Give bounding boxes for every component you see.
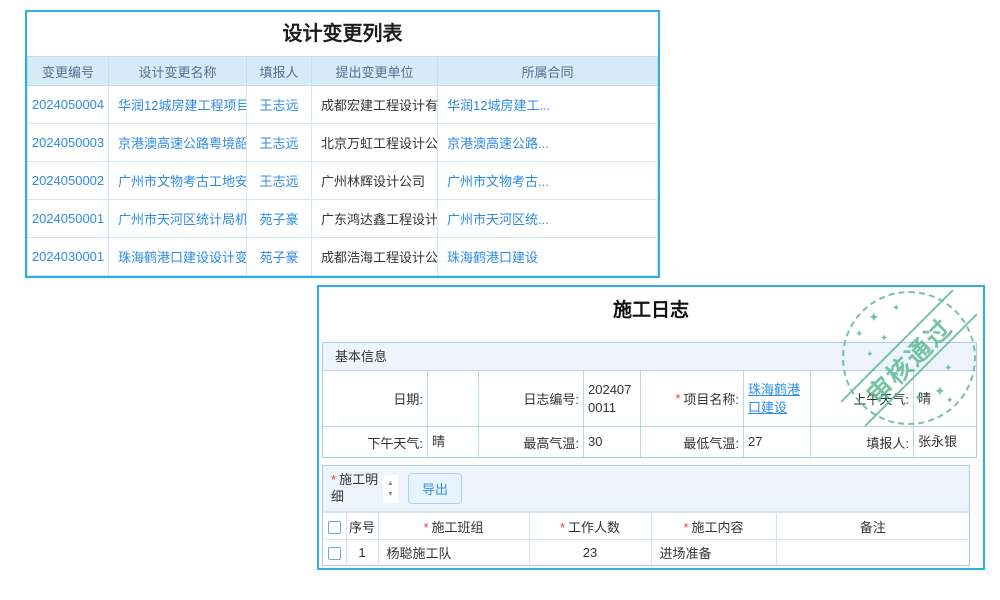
col-header-remark: 备注 <box>776 513 969 540</box>
basic-info-section-title: 基本信息 <box>323 343 976 371</box>
construction-log-panel: 施工日志 基本信息 日期: 日志编号: 2024070011 *项目名称: 珠海… <box>317 285 985 570</box>
construction-detail-table: 序号 *施工班组 *工作人数 *施工内容 备注 1 杨聪施工队 23 进场准备 <box>323 512 969 565</box>
date-label: 日期: <box>323 371 427 426</box>
content-cell[interactable]: 进场准备 <box>651 540 776 565</box>
select-all-cell <box>323 513 346 540</box>
export-button[interactable]: 导出 <box>408 473 462 504</box>
pm-weather-label: 下午天气: <box>323 426 427 457</box>
project-name-label: *项目名称: <box>640 371 743 426</box>
detail-row: 1 杨聪施工队 23 进场准备 <box>323 540 969 565</box>
change-name-link[interactable]: 华润12城房建工程项目... <box>109 86 247 124</box>
construction-detail-section: *施工明细 ▲ ▼ 导出 序号 *施工班组 *工作人数 *施工内容 备注 <box>322 465 970 566</box>
col-header-team: *施工班组 <box>378 513 529 540</box>
select-all-checkbox[interactable] <box>328 521 341 534</box>
change-id-link[interactable]: 2024050003 <box>28 124 109 162</box>
date-field[interactable] <box>427 371 478 426</box>
project-name-field: 珠海鹤港口建设 <box>743 371 810 426</box>
change-name-link[interactable]: 珠海鹤港口建设设计变更 <box>109 238 247 276</box>
col-header-change-name: 设计变更名称 <box>109 57 247 86</box>
project-name-link[interactable]: 珠海鹤港口建设 <box>748 381 806 416</box>
arrow-up-icon[interactable]: ▲ <box>386 478 395 489</box>
basic-info-section: 基本信息 日期: 日志编号: 2024070011 *项目名称: 珠海鹤港口建设… <box>322 342 977 458</box>
row-checkbox[interactable] <box>328 547 341 560</box>
page: 设计变更列表 变更编号 设计变更名称 填报人 提出变更单位 所属合同 20240… <box>0 0 1000 600</box>
design-change-table: 变更编号 设计变更名称 填报人 提出变更单位 所属合同 2024050004 华… <box>27 56 658 276</box>
col-header-reporter: 填报人 <box>247 57 312 86</box>
col-header-contract: 所属合同 <box>438 57 658 86</box>
change-id-link[interactable]: 2024050002 <box>28 162 109 200</box>
unit-cell: 成都宏建工程设计有... <box>312 86 438 124</box>
change-id-link[interactable]: 2024050001 <box>28 200 109 238</box>
am-weather-field: 晴 <box>913 371 976 426</box>
table-row: 2024050001 广州市天河区统计局机... 苑子豪 广东鸿达鑫工程设计..… <box>28 200 658 238</box>
change-name-link[interactable]: 广州市天河区统计局机... <box>109 200 247 238</box>
contract-link[interactable]: 京港澳高速公路... <box>438 124 658 162</box>
unit-cell: 北京万虹工程设计公司 <box>312 124 438 162</box>
arrow-down-icon[interactable]: ▼ <box>386 489 395 500</box>
change-id-link[interactable]: 2024050004 <box>28 86 109 124</box>
remark-cell[interactable] <box>776 540 969 565</box>
detail-header-row: 序号 *施工班组 *工作人数 *施工内容 备注 <box>323 513 969 540</box>
construction-log-title: 施工日志 <box>319 295 983 322</box>
log-no-label: 日志编号: <box>478 371 583 426</box>
contract-link[interactable]: 广州市天河区统... <box>438 200 658 238</box>
unit-cell: 广州林辉设计公司 <box>312 162 438 200</box>
required-asterisk: * <box>423 520 428 535</box>
unit-cell: 广东鸿达鑫工程设计... <box>312 200 438 238</box>
design-change-list-title: 设计变更列表 <box>27 12 658 56</box>
reporter-link[interactable]: 王志远 <box>247 124 312 162</box>
construction-detail-toolbar: *施工明细 ▲ ▼ 导出 <box>323 466 969 512</box>
min-temp-label: 最低气温: <box>640 426 743 457</box>
reporter-label: 填报人: <box>810 426 913 457</box>
contract-link[interactable]: 珠海鹤港口建设 <box>438 238 658 276</box>
max-temp-field: 30 <box>583 426 640 457</box>
table-row: 2024050004 华润12城房建工程项目... 王志远 成都宏建工程设计有.… <box>28 86 658 124</box>
design-change-header-row: 变更编号 设计变更名称 填报人 提出变更单位 所属合同 <box>28 57 658 86</box>
log-no-field: 2024070011 <box>583 371 640 426</box>
required-asterisk: * <box>560 520 565 535</box>
col-header-content: *施工内容 <box>651 513 776 540</box>
table-row: 2024030001 珠海鹤港口建设设计变更 苑子豪 成都浩海工程设计公司 珠海… <box>28 238 658 276</box>
col-header-unit: 提出变更单位 <box>312 57 438 86</box>
table-row: 2024050003 京港澳高速公路粤境韶... 王志远 北京万虹工程设计公司 … <box>28 124 658 162</box>
row-no-cell: 1 <box>346 540 378 565</box>
required-asterisk: * <box>675 391 680 406</box>
table-row: 2024050002 广州市文物考古工地安... 王志远 广州林辉设计公司 广州… <box>28 162 658 200</box>
reporter-link[interactable]: 苑子豪 <box>247 200 312 238</box>
reporter-link[interactable]: 王志远 <box>247 86 312 124</box>
max-temp-label: 最高气温: <box>478 426 583 457</box>
team-cell[interactable]: 杨聪施工队 <box>378 540 529 565</box>
change-id-link[interactable]: 2024030001 <box>28 238 109 276</box>
col-header-workers: *工作人数 <box>529 513 651 540</box>
pm-weather-field: 晴 <box>427 426 478 457</box>
min-temp-field: 27 <box>743 426 810 457</box>
col-header-no: 序号 <box>346 513 378 540</box>
change-name-link[interactable]: 广州市文物考古工地安... <box>109 162 247 200</box>
design-change-list-panel: 设计变更列表 变更编号 设计变更名称 填报人 提出变更单位 所属合同 20240… <box>25 10 660 278</box>
construction-detail-label: *施工明细 <box>331 472 379 506</box>
row-select-cell <box>323 540 346 565</box>
contract-link[interactable]: 广州市文物考古... <box>438 162 658 200</box>
workers-cell[interactable]: 23 <box>529 540 651 565</box>
change-name-link[interactable]: 京港澳高速公路粤境韶... <box>109 124 247 162</box>
collapse-spinner: ▲ ▼ <box>383 475 398 503</box>
col-header-change-id: 变更编号 <box>28 57 109 86</box>
am-weather-label: 上午天气: <box>810 371 913 426</box>
reporter-link[interactable]: 苑子豪 <box>247 238 312 276</box>
reporter-field: 张永银 <box>913 426 976 457</box>
unit-cell: 成都浩海工程设计公司 <box>312 238 438 276</box>
required-asterisk: * <box>331 472 336 487</box>
required-asterisk: * <box>683 520 688 535</box>
reporter-link[interactable]: 王志远 <box>247 162 312 200</box>
basic-info-grid: 日期: 日志编号: 2024070011 *项目名称: 珠海鹤港口建设 上午天气… <box>323 371 976 457</box>
contract-link[interactable]: 华润12城房建工... <box>438 86 658 124</box>
